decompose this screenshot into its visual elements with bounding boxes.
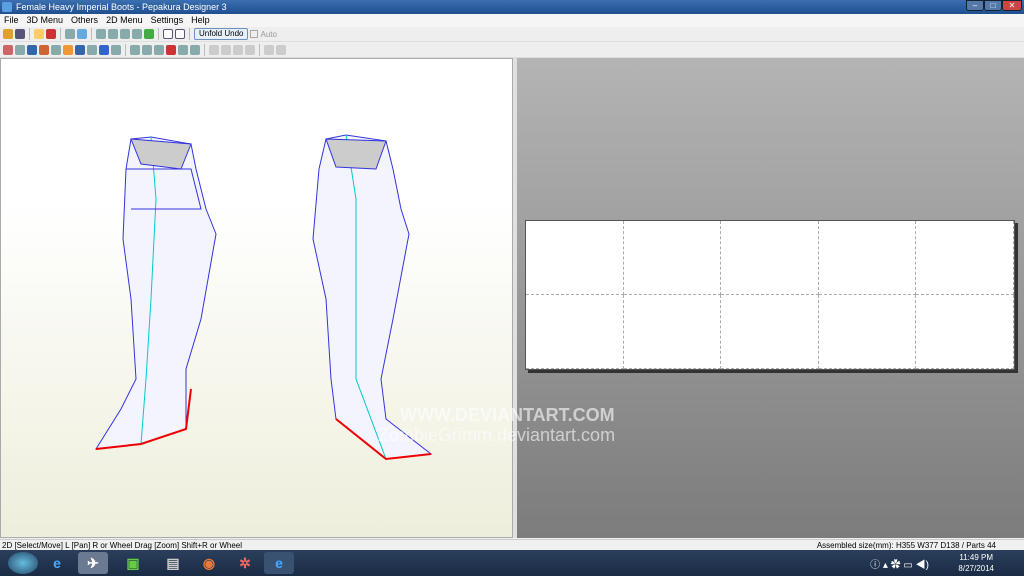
menu-file[interactable]: File <box>4 14 19 27</box>
boot-models <box>95 134 433 461</box>
page-cell <box>623 221 722 295</box>
page-cell <box>916 295 1014 369</box>
fit-icon[interactable] <box>130 45 140 55</box>
tray-icons[interactable]: ⓘ ▴ ✿ ▭ ◀) <box>870 556 929 571</box>
paste-icon[interactable] <box>87 45 97 55</box>
taskbar-pepakura[interactable]: ✈ <box>78 552 108 574</box>
auto-checkbox[interactable]: Auto <box>250 29 277 39</box>
undo-icon[interactable] <box>111 45 121 55</box>
align-top-icon[interactable] <box>233 45 243 55</box>
window2-icon[interactable] <box>175 29 185 39</box>
fold-icon[interactable] <box>132 29 142 39</box>
menu-3d[interactable]: 3D Menu <box>27 14 64 27</box>
join-icon[interactable] <box>108 29 118 39</box>
paper-sheet <box>525 220 1015 370</box>
clock-date: 8/27/2014 <box>958 564 994 573</box>
arrange-icon[interactable] <box>142 45 152 55</box>
align-left-icon[interactable] <box>209 45 219 55</box>
save-icon[interactable] <box>15 29 25 39</box>
number-icon[interactable] <box>154 45 164 55</box>
texture-icon[interactable] <box>46 29 56 39</box>
print-icon[interactable] <box>190 45 200 55</box>
toolbar-main: Unfold Undo Auto <box>0 27 1024 42</box>
menu-help[interactable]: Help <box>191 14 210 27</box>
2d-view[interactable] <box>517 58 1024 538</box>
edit-icon[interactable] <box>96 29 106 39</box>
minimize-button[interactable]: – <box>966 0 984 11</box>
boot-left <box>95 136 217 450</box>
clock[interactable]: 11:49 PM 8/27/2014 <box>958 552 994 574</box>
page-cell <box>526 221 624 295</box>
menu-2d[interactable]: 2D Menu <box>106 14 143 27</box>
watermark-user: ZombieGrimm.deviantart.com <box>378 425 616 445</box>
watermark-site: WWW.DEVIANTART.COM <box>400 405 615 425</box>
image-icon[interactable] <box>63 45 73 55</box>
page-cell <box>721 221 819 295</box>
layout-icon[interactable] <box>75 45 85 55</box>
3d-view[interactable] <box>0 58 513 538</box>
chart-icon[interactable] <box>166 45 176 55</box>
select-icon[interactable] <box>3 45 13 55</box>
taskbar-app4[interactable]: ◉ <box>194 552 224 574</box>
checkbox-icon <box>250 30 259 38</box>
node-icon[interactable] <box>15 45 25 55</box>
page-cell <box>818 221 917 295</box>
rotate-icon[interactable] <box>65 29 75 39</box>
align-bottom-icon[interactable] <box>245 45 255 55</box>
menu-bar: File 3D Menu Others 2D Menu Settings Hel… <box>0 14 1024 27</box>
align-right-icon[interactable] <box>221 45 231 55</box>
color-icon[interactable] <box>39 45 49 55</box>
page-cell <box>526 295 624 369</box>
clock-time: 11:49 PM <box>959 553 994 562</box>
status-hint: 2D [Select/Move] L [Pan] R or Wheel Drag… <box>2 541 243 550</box>
page-cell <box>721 295 819 369</box>
window-icon[interactable] <box>163 29 173 39</box>
taskbar-app3[interactable]: ▤ <box>158 552 188 574</box>
unfold-icon[interactable] <box>144 29 154 39</box>
app-icon <box>2 2 12 12</box>
maximize-button[interactable]: □ <box>984 0 1002 11</box>
redo-icon[interactable] <box>99 45 109 55</box>
taskbar-ie-active[interactable]: e <box>264 552 294 574</box>
rotate-right-icon[interactable] <box>276 45 286 55</box>
open-icon[interactable] <box>3 29 13 39</box>
menu-others[interactable]: Others <box>71 14 98 27</box>
status-bar: 2D [Select/Move] L [Pan] R or Wheel Drag… <box>0 539 1024 550</box>
taskbar-ie[interactable]: e <box>42 552 72 574</box>
anchor-icon[interactable] <box>120 29 130 39</box>
close-button[interactable]: ✕ <box>1002 0 1022 11</box>
taskbar-app5[interactable]: ✲ <box>230 552 260 574</box>
paper-icon[interactable] <box>77 29 87 39</box>
toolbar-2d <box>0 43 1024 58</box>
taskbar-app2[interactable]: ▣ <box>118 552 148 574</box>
page-cell <box>818 295 917 369</box>
rotate-left-icon[interactable] <box>264 45 274 55</box>
start-button[interactable] <box>8 552 38 574</box>
page-icon[interactable] <box>178 45 188 55</box>
page-cell <box>623 295 722 369</box>
window-title: Female Heavy Imperial Boots - Pepakura D… <box>16 2 227 12</box>
page-cell <box>916 221 1014 295</box>
light-icon[interactable] <box>34 29 44 39</box>
unfold-undo-button[interactable]: Unfold Undo <box>194 28 249 40</box>
taskbar: e ✈ ▣ ▤ ◉ ✲ e ⓘ ▴ ✿ ▭ ◀) 11:49 PM 8/27/20… <box>0 550 1024 576</box>
flap-icon[interactable] <box>27 45 37 55</box>
text-icon[interactable] <box>51 45 61 55</box>
auto-label: Auto <box>260 29 277 39</box>
menu-settings[interactable]: Settings <box>151 14 184 27</box>
title-bar: Female Heavy Imperial Boots - Pepakura D… <box>0 0 1024 14</box>
